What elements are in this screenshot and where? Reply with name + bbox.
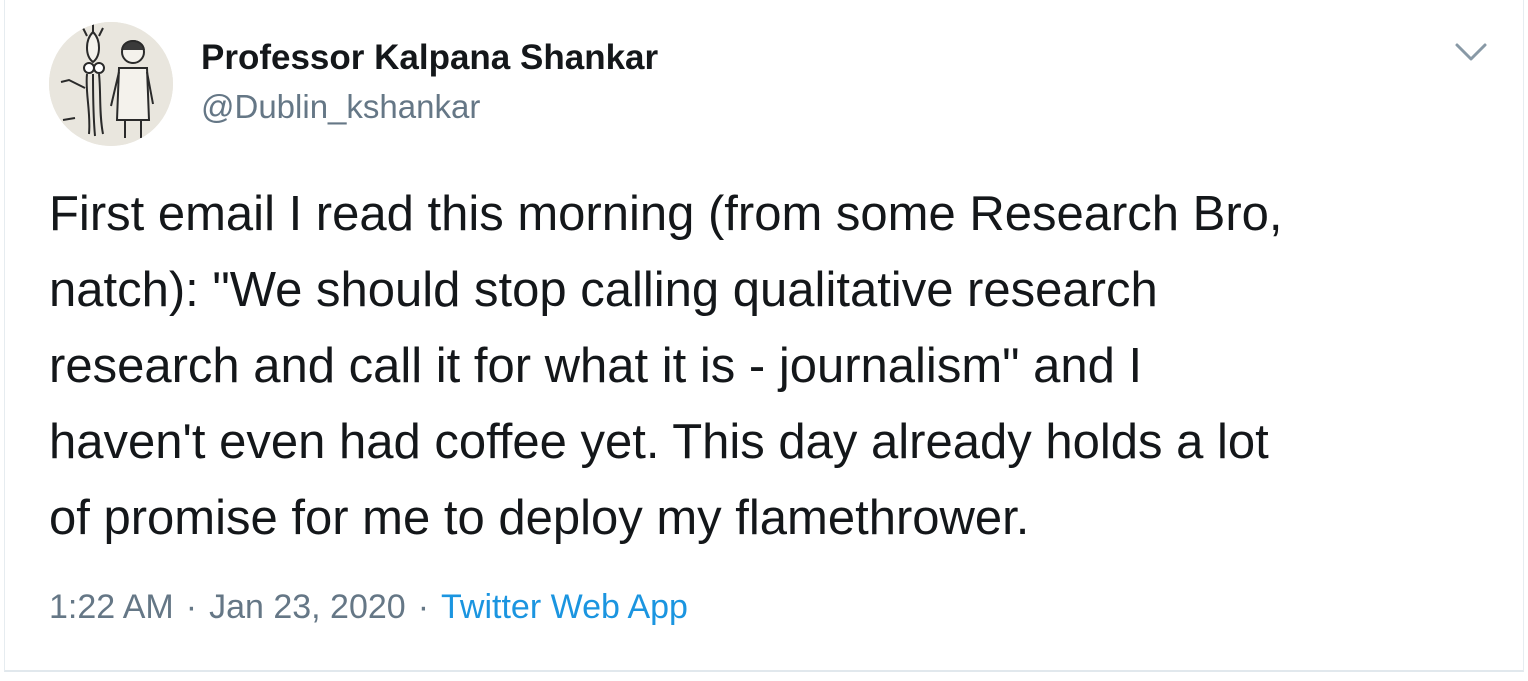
- tweet-time[interactable]: 1:22 AM: [49, 588, 174, 626]
- tweet-source-link[interactable]: Twitter Web App: [441, 588, 688, 626]
- tweet-date[interactable]: Jan 23, 2020: [209, 588, 406, 626]
- avatar-illustration-icon: [49, 22, 173, 146]
- tweet-meta: 1:22 AM · Jan 23, 2020 · Twitter Web App: [49, 588, 688, 627]
- author-display-name[interactable]: Professor Kalpana Shankar: [201, 38, 658, 78]
- meta-separator: ·: [417, 588, 430, 626]
- avatar[interactable]: [49, 22, 173, 146]
- tweet-card: Professor Kalpana Shankar @Dublin_kshank…: [4, 0, 1524, 672]
- author-handle[interactable]: @Dublin_kshankar: [201, 88, 480, 126]
- chevron-down-icon[interactable]: [1453, 40, 1489, 66]
- meta-separator: ·: [185, 588, 198, 626]
- tweet-text: First email I read this morning (from so…: [49, 187, 1283, 545]
